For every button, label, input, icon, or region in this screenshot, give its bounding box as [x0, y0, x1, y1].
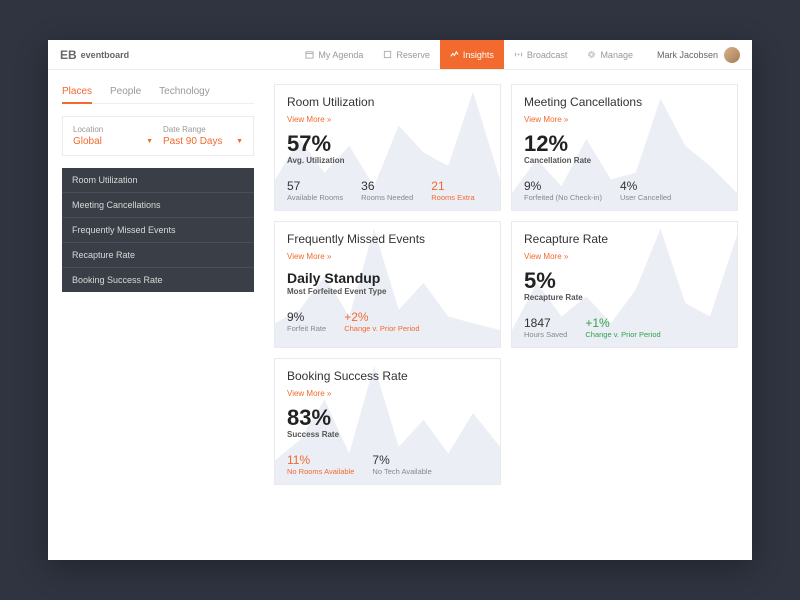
headline-value: 12% — [524, 133, 725, 155]
view-more-link[interactable]: View More » — [524, 252, 568, 261]
nav-my-agenda[interactable]: My Agenda — [295, 40, 373, 69]
card-title: Meeting Cancellations — [524, 95, 725, 109]
brand: EB eventboard — [60, 48, 129, 62]
stat-value: 1847 — [524, 316, 567, 330]
stat-value: 57 — [287, 179, 343, 193]
metric-nav-item[interactable]: Meeting Cancellations — [62, 192, 254, 217]
nav-label: Manage — [600, 50, 633, 60]
nav-label: Insights — [463, 50, 494, 60]
view-more-link[interactable]: View More » — [287, 389, 331, 398]
chart-icon — [450, 50, 459, 59]
stat-value: 36 — [361, 179, 413, 193]
card-room-utilization: Room Utilization View More » 57% Avg. Ut… — [274, 84, 501, 211]
chevron-down-icon: ▼ — [146, 138, 153, 145]
filter-location[interactable]: Location Global ▼ — [73, 125, 153, 147]
stat-value: +2% — [344, 310, 419, 324]
card-frequently-missed: Frequently Missed Events View More » Dai… — [274, 221, 501, 348]
filters: Location Global ▼ Date Range Past 90 Days… — [62, 116, 254, 156]
stat-label: Change v. Prior Period — [344, 324, 419, 333]
stat-label: Hours Saved — [524, 330, 567, 339]
filter-value: Past 90 Days — [163, 136, 222, 147]
reserve-icon — [383, 50, 392, 59]
nav-broadcast[interactable]: Broadcast — [504, 40, 578, 69]
headline-label: Success Rate — [287, 430, 488, 439]
user-name: Mark Jacobsen — [657, 50, 718, 60]
headline-value: 5% — [524, 270, 725, 292]
card-title: Booking Success Rate — [287, 369, 488, 383]
cards-grid: Room Utilization View More » 57% Avg. Ut… — [274, 84, 738, 485]
side-tabs: Places People Technology — [62, 86, 254, 104]
filter-daterange[interactable]: Date Range Past 90 Days ▼ — [163, 125, 243, 147]
stat-value: +1% — [585, 316, 660, 330]
tab-places[interactable]: Places — [62, 86, 92, 104]
body: Places People Technology Location Global… — [48, 70, 752, 560]
filter-value: Global — [73, 136, 102, 147]
metric-nav-item[interactable]: Booking Success Rate — [62, 267, 254, 292]
brand-text: eventboard — [81, 50, 130, 60]
calendar-icon — [305, 50, 314, 59]
nav-label: Broadcast — [527, 50, 568, 60]
broadcast-icon — [514, 50, 523, 59]
view-more-link[interactable]: View More » — [287, 252, 331, 261]
topbar: EB eventboard My Agenda Reserve Insights… — [48, 40, 752, 70]
gear-icon — [587, 50, 596, 59]
card-title: Recapture Rate — [524, 232, 725, 246]
nav-insights[interactable]: Insights — [440, 40, 504, 69]
stat-label: Change v. Prior Period — [585, 330, 660, 339]
user-menu[interactable]: Mark Jacobsen — [657, 47, 740, 63]
nav-reserve[interactable]: Reserve — [373, 40, 440, 69]
headline-label: Recapture Rate — [524, 293, 725, 302]
headline-label: Avg. Utilization — [287, 156, 488, 165]
card-meeting-cancellations: Meeting Cancellations View More » 12% Ca… — [511, 84, 738, 211]
avatar — [724, 47, 740, 63]
headline-label: Most Forfeited Event Type — [287, 287, 488, 296]
stat-label: User Cancelled — [620, 193, 671, 202]
nav-label: My Agenda — [318, 50, 363, 60]
brand-icon: EB — [60, 48, 77, 62]
stat-label: Forfeited (No Check-in) — [524, 193, 602, 202]
stat-value: 9% — [287, 310, 326, 324]
headline-value: 83% — [287, 407, 488, 429]
chevron-down-icon: ▼ — [236, 138, 243, 145]
tab-people[interactable]: People — [110, 86, 141, 103]
stat-label: Forfeit Rate — [287, 324, 326, 333]
metric-nav-item[interactable]: Room Utilization — [62, 168, 254, 192]
headline-label: Cancellation Rate — [524, 156, 725, 165]
filter-label: Date Range — [163, 125, 243, 134]
stat-label: Rooms Needed — [361, 193, 413, 202]
stat-label: Available Rooms — [287, 193, 343, 202]
sidebar: Places People Technology Location Global… — [48, 70, 268, 560]
metric-nav-item[interactable]: Recapture Rate — [62, 242, 254, 267]
metric-nav: Room Utilization Meeting Cancellations F… — [62, 168, 254, 292]
stat-value: 9% — [524, 179, 602, 193]
stat-label: Rooms Extra — [431, 193, 474, 202]
nav-label: Reserve — [396, 50, 430, 60]
headline-value: Daily Standup — [287, 270, 488, 286]
top-nav: My Agenda Reserve Insights Broadcast Man… — [295, 40, 740, 69]
view-more-link[interactable]: View More » — [287, 115, 331, 124]
filter-label: Location — [73, 125, 153, 134]
metric-nav-item[interactable]: Frequently Missed Events — [62, 217, 254, 242]
stat-value: 4% — [620, 179, 671, 193]
app-window: EB eventboard My Agenda Reserve Insights… — [48, 40, 752, 560]
card-booking-success: Booking Success Rate View More » 83% Suc… — [274, 358, 501, 485]
card-title: Frequently Missed Events — [287, 232, 488, 246]
stat-label: No Rooms Available — [287, 467, 354, 476]
view-more-link[interactable]: View More » — [524, 115, 568, 124]
nav-manage[interactable]: Manage — [577, 40, 643, 69]
tab-technology[interactable]: Technology — [159, 86, 210, 103]
headline-value: 57% — [287, 133, 488, 155]
main: Room Utilization View More » 57% Avg. Ut… — [268, 70, 752, 560]
stat-value: 7% — [372, 453, 431, 467]
card-title: Room Utilization — [287, 95, 488, 109]
card-recapture-rate: Recapture Rate View More » 5% Recapture … — [511, 221, 738, 348]
stat-label: No Tech Available — [372, 467, 431, 476]
stat-value: 21 — [431, 179, 474, 193]
stat-value: 11% — [287, 453, 354, 467]
